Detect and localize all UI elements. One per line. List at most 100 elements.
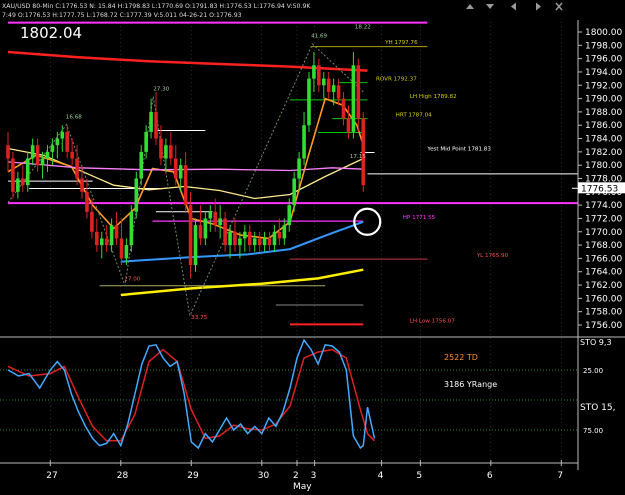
time-tick-label: 5	[416, 471, 422, 481]
level-label: LH High 1789.82	[410, 94, 457, 100]
time-tick-label: 2	[293, 471, 299, 481]
candle-body	[144, 131, 148, 152]
candle-body	[114, 225, 119, 239]
current-price-label: 1776.53	[581, 184, 618, 194]
candle-body	[139, 151, 144, 179]
price-tick-label: 1792.00	[585, 81, 622, 91]
candle-body	[321, 78, 326, 86]
candle-body	[183, 165, 188, 206]
candle-body	[178, 165, 183, 179]
candle-body	[85, 191, 89, 212]
candle-body	[218, 218, 222, 226]
time-tick-label: 30	[258, 471, 270, 481]
candle-body	[164, 145, 168, 159]
candle-body	[30, 145, 35, 159]
candle-body	[99, 238, 104, 246]
osc-tick-label: 75.00	[583, 427, 603, 435]
price-tick-label: 1760.00	[585, 294, 622, 304]
candle-body	[331, 85, 336, 92]
level-label: 18.22	[355, 25, 371, 31]
candle-body	[80, 178, 84, 192]
candle-body	[60, 131, 65, 139]
candle-body	[307, 78, 311, 126]
level-label: ROVR 1792.37	[376, 77, 417, 83]
candle-body	[203, 218, 208, 239]
candle-body	[277, 231, 282, 239]
price-tick-label: 1798.00	[585, 41, 622, 51]
candle-body	[173, 158, 178, 179]
candle-body	[50, 145, 55, 152]
price-tick-label: 1794.00	[585, 68, 622, 78]
candle-body	[104, 238, 109, 246]
candle-body	[252, 238, 257, 246]
candle-body	[292, 178, 296, 206]
level-label: HP 1771.55	[403, 215, 436, 221]
price-tick-label: 1758.00	[585, 308, 622, 318]
price-tick-label: 1796.00	[585, 55, 622, 65]
candle-body	[119, 238, 124, 259]
price-tick-label: 1762.00	[585, 281, 622, 291]
level-label: 41.69	[311, 33, 327, 39]
candle-body	[70, 151, 74, 159]
price-tick-label: 1766.00	[585, 254, 622, 264]
level-label: 17.15	[350, 154, 366, 160]
time-tick-label: 7	[557, 471, 563, 481]
big-price-label: 1802.04	[20, 24, 82, 42]
candle-body	[346, 118, 351, 132]
candle-body	[317, 65, 321, 86]
price-tick-label: 1764.00	[585, 268, 622, 278]
candle-body	[228, 231, 232, 246]
candle-body	[129, 211, 134, 246]
level-label: YH 1797.76	[384, 40, 418, 46]
time-tick-label: 28	[117, 471, 129, 481]
level-label: 16.68	[66, 115, 82, 121]
level-label: 27.30	[153, 87, 169, 93]
candle-body	[75, 158, 79, 179]
candle-body	[247, 231, 252, 246]
candle-body	[95, 231, 99, 246]
price-tick-label: 1784.00	[585, 135, 622, 145]
level-label: 27.00	[124, 276, 140, 282]
candle-body	[169, 145, 173, 159]
level-label: Yest Mid Point 1781.83	[426, 147, 491, 153]
candle-body	[351, 65, 356, 132]
candle-body	[341, 98, 346, 119]
candle-body	[16, 178, 20, 192]
time-tick-label: 3	[311, 471, 317, 481]
candle-body	[233, 231, 237, 246]
header-line1: XAU/USD 80-Min C:1776.53 N: 15.84 H:1798…	[2, 3, 311, 10]
price-tick-label: 1800.00	[585, 28, 622, 38]
level-label: HRT 1787.04	[396, 113, 432, 119]
candle-body	[361, 118, 366, 186]
td-label: 2522 TD	[444, 353, 478, 362]
candle-body	[45, 151, 50, 159]
candle-body	[287, 205, 292, 226]
price-tick-label: 1774.00	[585, 201, 622, 211]
candle-body	[55, 138, 60, 146]
current-price-badge: 1776.53	[578, 182, 625, 194]
month-label: May	[293, 482, 312, 491]
level-label: 33.75	[191, 315, 207, 321]
candle-body	[11, 158, 15, 192]
candle-body	[65, 131, 70, 152]
candle-body	[21, 178, 25, 186]
candle-body	[6, 145, 10, 159]
candle-body	[134, 178, 139, 212]
sto-label-top: STO 9,3	[580, 338, 612, 347]
price-tick-label: 1790.00	[585, 95, 622, 105]
yrange-label: 3186 YRange	[444, 380, 497, 389]
candle-body	[188, 205, 193, 266]
candle-body	[109, 225, 114, 246]
candle-body	[356, 65, 361, 119]
time-tick-label: 29	[187, 471, 199, 481]
price-tick-label: 1788.00	[585, 108, 622, 118]
candle-body	[336, 85, 341, 99]
candle-body	[154, 111, 158, 139]
time-tick-label: 6	[487, 471, 493, 481]
candle-body	[326, 78, 331, 92]
candle-body	[267, 238, 272, 246]
candle-body	[149, 111, 153, 132]
candle-body	[312, 65, 316, 79]
candle-body	[208, 211, 213, 219]
candle-body	[198, 225, 203, 239]
